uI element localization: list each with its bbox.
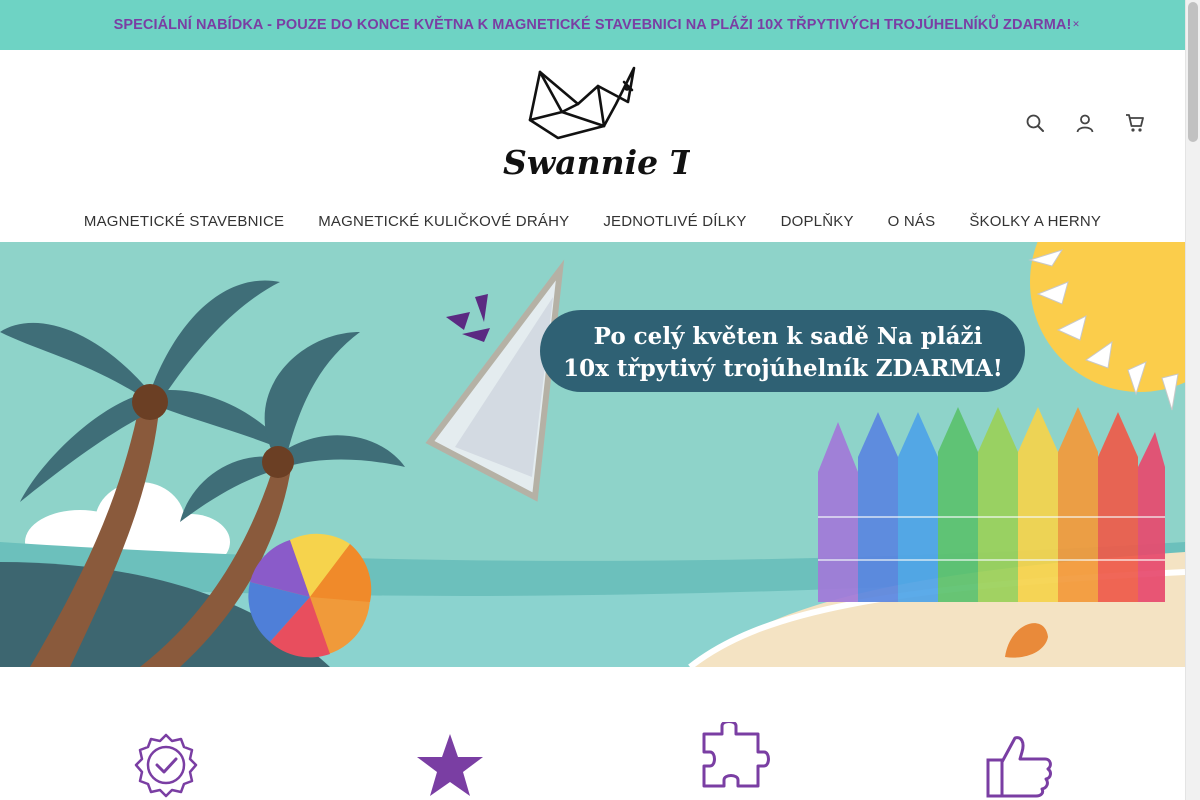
nav-item-single-pieces[interactable]: JEDNOTLIVÉ DÍLKY xyxy=(603,213,746,230)
page-scrollbar[interactable] xyxy=(1185,0,1200,800)
logo-wordmark: Swannie Toys xyxy=(503,143,690,182)
hero-headline-line1: Po celý květen k sadě Na pláži xyxy=(594,323,983,350)
header-actions xyxy=(1024,112,1146,134)
star-icon xyxy=(417,734,483,796)
hero-headline-line2: 10x třpytivý trojúhelník ZDARMA! xyxy=(563,355,1003,382)
hero-illustration: Po celý květen k sadě Na pláži 10x třpyt… xyxy=(0,242,1185,667)
user-icon[interactable] xyxy=(1074,112,1096,134)
nav-item-about[interactable]: O NÁS xyxy=(888,213,936,230)
announcement-text: SPECIÁLNÍ NABÍDKA - POUZE DO KONCE KVĚTN… xyxy=(113,17,1072,33)
quality-badge-icon xyxy=(134,733,198,798)
site-logo[interactable]: Swannie Toys xyxy=(500,64,750,184)
hero-banner[interactable]: Po celý květen k sadě Na pláži 10x třpyt… xyxy=(0,242,1185,667)
nav-item-schools[interactable]: ŠKOLKY A HERNY xyxy=(969,213,1101,230)
puzzle-icon xyxy=(702,722,770,788)
features-row xyxy=(0,667,1185,800)
search-icon[interactable] xyxy=(1024,112,1046,134)
main-navigation: MAGNETICKÉ STAVEBNICE MAGNETICKÉ KULIČKO… xyxy=(0,200,1185,242)
scrollbar-thumb[interactable] xyxy=(1188,2,1198,142)
swan-logo-mark: Swannie Toys xyxy=(503,66,750,182)
announcement-bar: SPECIÁLNÍ NABÍDKA - POUZE DO KONCE KVĚTN… xyxy=(0,0,1185,50)
close-icon[interactable]: ✕ xyxy=(1070,17,1082,31)
nav-item-marble-runs[interactable]: MAGNETICKÉ KULIČKOVÉ DRÁHY xyxy=(318,213,569,230)
cart-icon[interactable] xyxy=(1124,112,1146,134)
thumbs-up-icon xyxy=(986,736,1052,798)
nav-item-magnetic-sets[interactable]: MAGNETICKÉ STAVEBNICE xyxy=(84,213,284,230)
nav-item-accessories[interactable]: DOPLŇKY xyxy=(781,213,854,230)
